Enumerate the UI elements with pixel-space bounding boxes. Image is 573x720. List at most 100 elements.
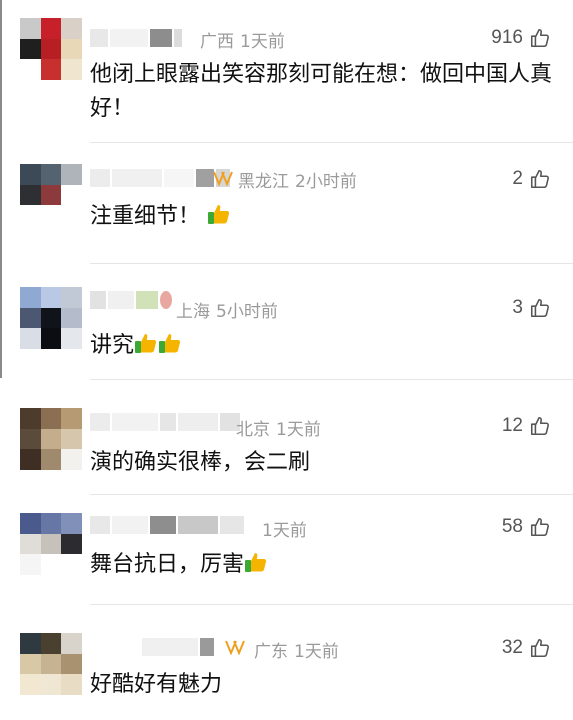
like-count: 12 xyxy=(501,415,523,436)
thumbs-up-emoji-icon xyxy=(135,334,157,353)
avatar-mosaic-cell xyxy=(20,18,41,39)
divider xyxy=(90,263,573,264)
avatar-mosaic-cell xyxy=(61,513,82,534)
left-edge-rule xyxy=(0,0,2,378)
like-count: 2 xyxy=(512,168,523,189)
comment-text-body: 讲究 xyxy=(90,333,135,358)
avatar-mosaic-cell xyxy=(61,674,82,695)
thumbs-up-icon xyxy=(530,517,549,537)
avatar-mosaic-cell xyxy=(40,328,62,349)
divider xyxy=(90,379,573,380)
avatar[interactable] xyxy=(20,408,82,470)
avatar-mosaic-cell xyxy=(20,59,41,80)
avatar-mosaic-cell xyxy=(20,287,41,308)
timestamp: 1天前 xyxy=(240,32,285,52)
location-label: 上海 xyxy=(176,302,210,322)
avatar-mosaic-cell xyxy=(61,328,82,349)
avatar-mosaic-cell xyxy=(40,38,62,60)
avatar[interactable] xyxy=(20,287,82,349)
avatar-mosaic-cell xyxy=(40,59,62,80)
avatar-mosaic-cell xyxy=(61,428,82,450)
username-blurred[interactable] xyxy=(90,412,240,432)
comment-meta: 北京 1天前 xyxy=(236,415,321,440)
avatar-mosaic-cell xyxy=(61,633,82,654)
like-button[interactable]: 916 xyxy=(491,27,551,49)
timestamp: 1天前 xyxy=(262,521,307,541)
username-blurred[interactable] xyxy=(90,168,230,188)
avatar-mosaic-cell xyxy=(40,554,62,575)
avatar-mosaic-cell xyxy=(40,428,62,450)
like-count: 916 xyxy=(491,27,523,48)
avatar-mosaic-cell xyxy=(61,307,82,329)
thumbs-up-icon xyxy=(530,416,549,436)
avatar-mosaic-cell xyxy=(61,184,82,206)
timestamp: 1天前 xyxy=(276,420,321,440)
avatar-mosaic-cell xyxy=(40,633,62,654)
like-button[interactable]: 58 xyxy=(502,516,551,538)
comment-text: 他闭上眼露出笑容那刻可能在想：做回中国人真好！ xyxy=(90,62,553,121)
avatar-mosaic-cell xyxy=(40,164,62,185)
avatar-mosaic-cell xyxy=(40,287,62,308)
comment-text: 好酷好有魅力 xyxy=(90,672,223,697)
avatar-mosaic-cell xyxy=(40,533,62,555)
avatar-mosaic-cell xyxy=(20,38,41,60)
avatar[interactable] xyxy=(20,18,82,80)
location-label: 广东 xyxy=(254,642,288,662)
username-blurred[interactable] xyxy=(90,515,244,535)
avatar-mosaic-cell xyxy=(61,164,82,185)
location-label: 黑龙江 xyxy=(238,172,289,192)
avatar-mosaic-cell xyxy=(40,449,62,470)
avatar-mosaic-cell xyxy=(40,674,62,695)
avatar[interactable] xyxy=(20,164,82,226)
like-button[interactable]: 2 xyxy=(512,168,551,190)
avatar-mosaic-cell xyxy=(20,184,41,206)
divider xyxy=(90,142,573,143)
avatar-mosaic-cell xyxy=(40,513,62,534)
location-label: 广西 xyxy=(200,32,234,52)
comment-meta: 1天前 xyxy=(256,516,307,541)
username-blurred[interactable] xyxy=(90,28,182,48)
avatar[interactable] xyxy=(20,513,82,575)
avatar-mosaic-cell xyxy=(61,287,82,308)
comment-meta: 广东 1天前 xyxy=(254,637,339,662)
like-count: 32 xyxy=(501,637,523,658)
avatar-mosaic-cell xyxy=(40,307,62,329)
comment-meta: 广西 1天前 xyxy=(200,27,285,52)
timestamp: 2小时前 xyxy=(295,172,357,192)
avatar-mosaic-cell xyxy=(20,328,41,349)
avatar-mosaic-cell xyxy=(20,533,41,555)
vip-badge-icon xyxy=(213,171,233,186)
avatar-mosaic-cell xyxy=(20,554,41,575)
avatar-mosaic-cell xyxy=(20,408,41,429)
avatar-mosaic-cell xyxy=(61,533,82,555)
location-label: 北京 xyxy=(236,420,270,440)
thumbs-up-emoji-icon xyxy=(245,553,267,572)
divider xyxy=(90,494,573,495)
avatar-mosaic-cell xyxy=(20,653,41,675)
avatar-mosaic-cell xyxy=(20,513,41,534)
comment-meta: 黑龙江 2小时前 xyxy=(238,167,357,192)
avatar-mosaic-cell xyxy=(61,449,82,470)
comment-text: 演的确实很棒，会二刷 xyxy=(90,450,311,475)
username-blurred[interactable] xyxy=(90,637,214,657)
vip-badge-icon xyxy=(225,640,245,655)
like-button[interactable]: 12 xyxy=(502,415,551,437)
thumbs-up-icon xyxy=(530,28,549,48)
avatar[interactable] xyxy=(20,633,82,695)
avatar-mosaic-cell xyxy=(40,408,62,429)
thumbs-up-icon xyxy=(530,169,549,189)
like-button[interactable]: 32 xyxy=(502,637,551,659)
like-count: 3 xyxy=(512,297,523,318)
avatar-mosaic-cell xyxy=(61,554,82,575)
timestamp: 1天前 xyxy=(294,642,339,662)
like-button[interactable]: 3 xyxy=(512,297,551,319)
avatar-mosaic-cell xyxy=(20,164,41,185)
avatar-mosaic-cell xyxy=(61,18,82,39)
avatar-mosaic-cell xyxy=(40,653,62,675)
avatar-mosaic-cell xyxy=(61,205,82,226)
comment-text-body: 舞台抗日，厉害 xyxy=(90,552,245,577)
avatar-mosaic-cell xyxy=(20,449,41,470)
avatar-mosaic-cell xyxy=(61,653,82,675)
avatar-mosaic-cell xyxy=(20,674,41,695)
username-blurred[interactable] xyxy=(90,290,172,310)
